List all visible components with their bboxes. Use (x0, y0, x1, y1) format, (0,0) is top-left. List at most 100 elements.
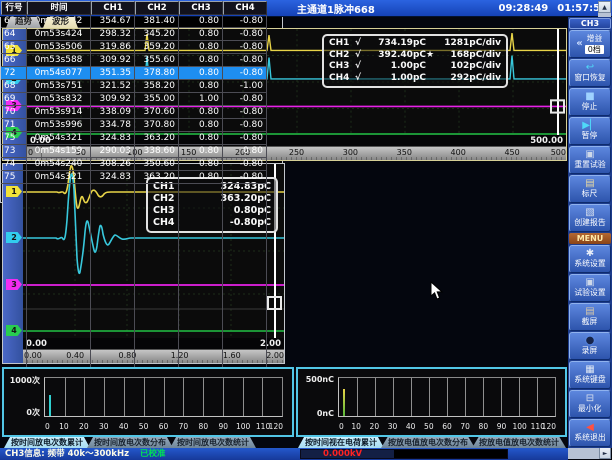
sidebar-button-pause[interactable]: ▶▏暂停 (569, 117, 611, 145)
grid-line (144, 378, 145, 416)
sidebar-button-label: 系统键盘 (574, 375, 605, 384)
table-row[interactable]: 710m53s996334.78370.800.80-0.80 (1, 119, 598, 132)
table-cell: 65 (1, 41, 27, 54)
table-cell: 69 (1, 93, 27, 106)
scroll-right-icon[interactable]: ► (599, 447, 611, 459)
ruler-tick: 90 (218, 422, 228, 431)
hist-x-ticks: 0102030405060708090100110120 (44, 422, 283, 432)
settings-icon: ▣ (585, 278, 594, 288)
table-row[interactable]: 730m54s159290.03338.600.800.80 (1, 145, 598, 158)
table-cell: 345.20 (135, 28, 179, 41)
table-cell: 309.92 (91, 54, 135, 67)
grid-line (429, 378, 430, 416)
sidebar-button-record[interactable]: ●录屏 (569, 332, 611, 360)
sidebar-button-settings[interactable]: ▣试验设置 (569, 274, 611, 302)
column-header-行号[interactable]: 行号 (1, 1, 27, 15)
grid-line (183, 378, 184, 416)
ruler-tick: 20 (370, 422, 380, 431)
table-cell: 350.60 (135, 158, 179, 171)
ruler-tick: 80 (479, 422, 489, 431)
record-icon: ● (586, 336, 595, 346)
table-cell: -0.80 (223, 171, 267, 184)
table-cell: 370.60 (135, 106, 179, 119)
sidebar-button-gain[interactable]: «增益0档 (569, 30, 611, 58)
table-cell: 74 (1, 158, 27, 171)
hist-tab[interactable]: 按时间放电次数累计 (4, 437, 90, 448)
table-row[interactable]: 650m53s506319.86359.200.80-0.80 (1, 41, 598, 54)
table-cell: 66 (1, 54, 27, 67)
table-cell: 0m54s077 (27, 67, 91, 80)
sidebar-button-keyboard[interactable]: ▦系统键盘 (569, 361, 611, 389)
column-header-时间[interactable]: 时间 (27, 1, 91, 15)
table-cell: 73 (1, 145, 27, 158)
sidebar-button-exit[interactable]: ◀系统退出 (569, 419, 611, 447)
ruler-tick: 60 (159, 422, 169, 431)
stop-icon: ■ (585, 92, 594, 102)
table-row[interactable]: 750m54s321324.83363.200.80-0.80 (1, 171, 598, 184)
table-cell: 378.80 (135, 67, 179, 80)
table-row[interactable]: 750m54s321324.83363.200.80-0.80 (1, 132, 598, 145)
table-row[interactable]: 660m53s588309.92355.600.80-0.80 (1, 54, 598, 67)
sidebar-button-gear[interactable]: ✱系统设置 (569, 245, 611, 273)
table-cell: 381.40 (135, 15, 179, 28)
sidebar-button-label: 暂停 (582, 131, 598, 140)
sidebar-button-label: 截屏 (582, 317, 598, 326)
table-cell: 338.09 (91, 106, 135, 119)
sidebar-button-restore[interactable]: ↩窗口恢复 (569, 59, 611, 87)
grid-line (243, 378, 244, 416)
hist-spike (343, 389, 345, 416)
column-header-CH4[interactable]: CH4 (223, 1, 267, 15)
grid-line (203, 378, 204, 416)
ruler-tick: 100 (236, 422, 250, 431)
table-row[interactable]: 700m53s914338.09370.600.80-0.80 (1, 106, 598, 119)
hist-tab[interactable]: 按时间放电次数分布 (87, 437, 173, 448)
table-row[interactable]: 720m54s077351.35378.800.80-0.80 (1, 67, 598, 80)
tab-trend[interactable]: 趋势 (6, 17, 41, 28)
table-cell: 308.26 (91, 158, 135, 171)
table-row[interactable]: 690m53s832309.92355.001.00-0.80 (1, 93, 598, 106)
table-cell: 0.80 (179, 132, 223, 145)
hist-tab[interactable]: 按放电值放电次数统计 (472, 437, 566, 448)
table-row[interactable]: 680m53s751321.52358.200.80-1.00 (1, 80, 598, 93)
sidebar-button-minimize[interactable]: ⊟最小化 (569, 390, 611, 418)
sidebar-button-reset[interactable]: ▣重置试验 (569, 146, 611, 174)
table-cell: 355.60 (135, 54, 179, 67)
column-header-CH1[interactable]: CH1 (91, 1, 135, 15)
grid-line (411, 378, 412, 416)
screenshot-icon: ▤ (585, 307, 594, 317)
column-header-CH2[interactable]: CH2 (135, 1, 179, 15)
column-header-CH3[interactable]: CH3 (179, 1, 223, 15)
scroll-up-icon[interactable]: ▲ (598, 1, 611, 13)
calibrated-label: 已校准 (140, 448, 166, 460)
hist-tab[interactable]: 按时间视在电荷累计 (298, 437, 384, 448)
table-row[interactable]: 630m53s342354.67381.400.80-0.80 (1, 15, 598, 28)
table-cell: -0.80 (223, 28, 267, 41)
table-cell: 0m53s506 (27, 41, 91, 54)
charge-histogram: 500nC 0nC 0102030405060708090100110120 (296, 367, 567, 437)
hist-tab[interactable]: 按时间放电次数统计 (170, 437, 256, 448)
table-cell: 71 (1, 119, 27, 132)
sidebar-button-ruler[interactable]: ▤标尺 (569, 175, 611, 203)
table-cell: 0.80 (179, 119, 223, 132)
sidebar-button-screenshot[interactable]: ▤截屏 (569, 303, 611, 331)
ruler-tick: 0 (339, 422, 344, 431)
ruler-tick: 100 (512, 422, 526, 431)
table-cell: -0.80 (223, 15, 267, 28)
ruler-tick: 50 (139, 422, 149, 431)
grid-line (357, 378, 358, 416)
ruler-tick: 20 (79, 422, 89, 431)
sidebar-button-stop[interactable]: ■停止 (569, 88, 611, 116)
tab-waveform[interactable]: 波形 (43, 17, 78, 28)
table-cell: 363.20 (135, 171, 179, 184)
table-cell: 321.52 (91, 80, 135, 93)
table-cell: 0.80 (179, 80, 223, 93)
table-cell: 0.80 (223, 145, 267, 158)
exit-icon: ◀ (586, 423, 594, 433)
table-row[interactable]: 740m54s240308.26350.600.80-0.80 (1, 158, 598, 171)
hist-tab[interactable]: 按放电值放电次数分布 (381, 437, 475, 448)
table-cell: 64 (1, 28, 27, 41)
table-cell: 309.92 (91, 93, 135, 106)
table-cell: 358.20 (135, 80, 179, 93)
table-row[interactable]: 640m53s424298.32345.200.80-0.80 (1, 28, 598, 41)
sidebar-button-report[interactable]: ▧创建报告 (569, 204, 611, 232)
